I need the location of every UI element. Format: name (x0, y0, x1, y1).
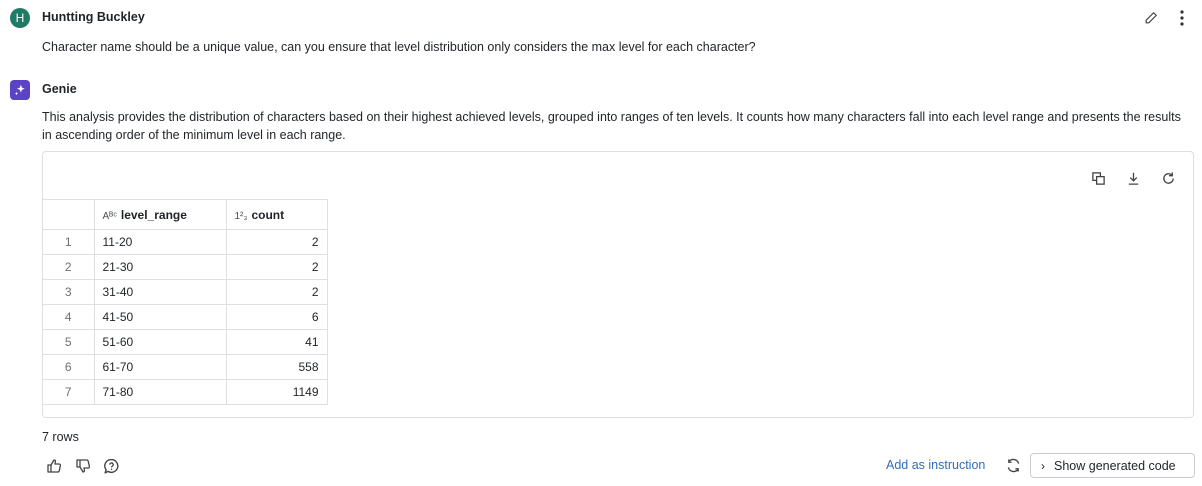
table-row: 3 31-40 2 (43, 279, 328, 305)
cell-level-range: 41-50 (93, 304, 227, 330)
table-row: 5 51-60 41 (43, 329, 328, 355)
user-name: Huntting Buckley (42, 10, 145, 24)
string-type-icon: Aᴮᶜ (102, 210, 117, 222)
table-row: 6 61-70 558 (43, 354, 328, 380)
number-type-icon: 1²₃ (234, 210, 248, 222)
table-row: 2 21-30 2 (43, 254, 328, 280)
column-header-count[interactable]: 1²₃ count (225, 199, 328, 230)
kebab-icon[interactable] (1172, 8, 1192, 28)
show-generated-code-button[interactable]: › Show generated code (1030, 453, 1195, 478)
user-avatar: H (10, 8, 30, 28)
table-row: 1 11-20 2 (43, 229, 328, 255)
column-label: level_range (120, 207, 187, 222)
thumbs-down-icon[interactable] (73, 456, 93, 476)
user-message-text: Character name should be a unique value,… (42, 40, 756, 54)
thumbs-up-icon[interactable] (44, 456, 64, 476)
row-number: 2 (43, 254, 95, 280)
row-number: 6 (43, 354, 95, 380)
column-header-level-range[interactable]: Aᴮᶜ level_range (93, 199, 227, 230)
cell-count: 41 (225, 329, 328, 355)
add-as-instruction-link[interactable]: Add as instruction (886, 458, 985, 472)
sparkle-icon (10, 80, 30, 100)
cell-count: 558 (225, 354, 328, 380)
genie-name: Genie (42, 82, 77, 96)
table-header-row: Aᴮᶜ level_range 1²₃ count (43, 199, 328, 230)
table-row: 4 41-50 6 (43, 304, 328, 330)
refresh-icon[interactable] (1158, 168, 1178, 188)
row-number: 5 (43, 329, 95, 355)
row-number-header (43, 199, 95, 230)
cell-level-range: 51-60 (93, 329, 227, 355)
comment-question-icon[interactable] (101, 456, 121, 476)
row-count-label: 7 rows (42, 430, 79, 444)
copy-icon[interactable] (1088, 168, 1108, 188)
row-number: 3 (43, 279, 95, 305)
cell-count: 6 (225, 304, 328, 330)
result-panel: Aᴮᶜ level_range 1²₃ count 1 11-20 2 2 21-3… (42, 151, 1194, 418)
cell-count: 1149 (225, 379, 328, 405)
cell-level-range: 61-70 (93, 354, 227, 380)
cell-count: 2 (225, 254, 328, 280)
column-label: count (251, 207, 285, 222)
row-number: 4 (43, 304, 95, 330)
genie-message-text: This analysis provides the distribution … (42, 110, 1181, 142)
cell-count: 2 (225, 229, 328, 255)
row-number: 1 (43, 229, 95, 255)
cell-level-range: 71-80 (93, 379, 227, 405)
show-code-label: Show generated code (1054, 458, 1176, 473)
cell-level-range: 21-30 (93, 254, 227, 280)
cell-level-range: 11-20 (93, 229, 227, 255)
regenerate-icon[interactable] (1003, 455, 1023, 475)
cell-level-range: 31-40 (93, 279, 227, 305)
results-table: Aᴮᶜ level_range 1²₃ count 1 11-20 2 2 21-3… (43, 199, 328, 405)
table-row: 7 71-80 1149 (43, 379, 328, 405)
cell-count: 2 (225, 279, 328, 305)
download-icon[interactable] (1123, 168, 1143, 188)
row-number: 7 (43, 379, 95, 405)
chevron-right-icon: › (1041, 458, 1045, 473)
pencil-icon[interactable] (1141, 8, 1161, 28)
